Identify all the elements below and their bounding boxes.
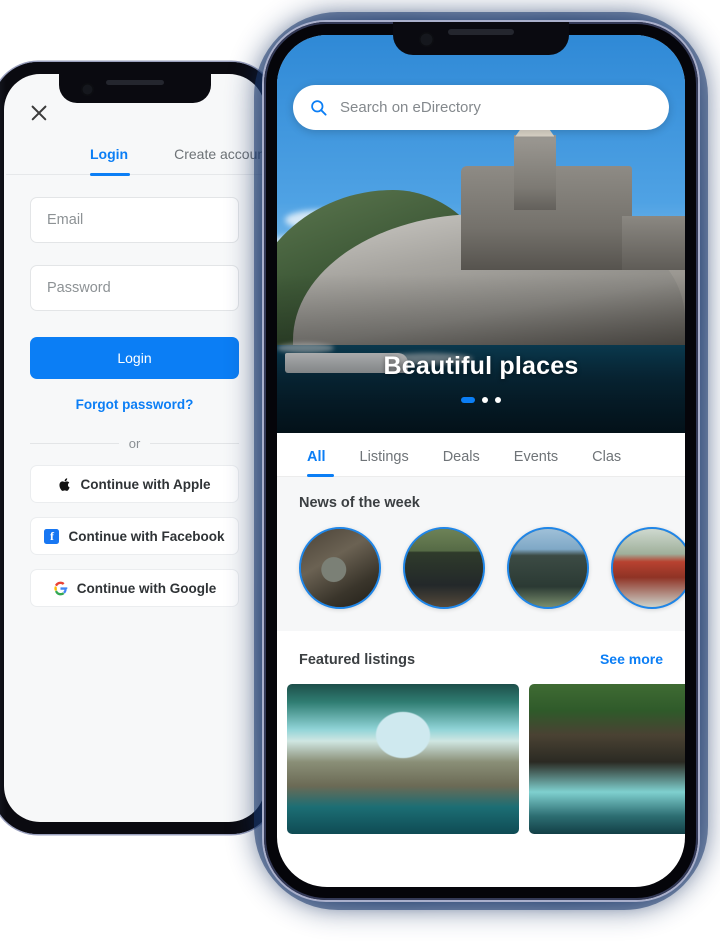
featured-card[interactable] (529, 684, 685, 834)
password-field[interactable]: Password (30, 265, 239, 311)
news-section: News of the week (277, 477, 685, 631)
continue-with-facebook-button[interactable]: f Continue with Facebook (30, 517, 239, 555)
continue-with-google-button[interactable]: Continue with Google (30, 569, 239, 607)
featured-section: Featured listings See more (277, 631, 685, 834)
news-section-title: News of the week (299, 495, 420, 511)
search-input[interactable]: Search on eDirectory (340, 99, 481, 116)
auth-tabs: Login Create account (6, 124, 265, 175)
search-bar[interactable]: Search on eDirectory (293, 85, 669, 130)
featured-card[interactable] (287, 684, 519, 834)
tab-all[interactable]: All (307, 449, 326, 476)
continue-with-apple-label: Continue with Apple (80, 476, 211, 492)
see-more-link[interactable]: See more (600, 651, 663, 667)
tab-login[interactable]: Login (90, 146, 128, 174)
continue-with-apple-button[interactable]: Continue with Apple (30, 465, 239, 503)
search-icon (311, 100, 327, 116)
news-item[interactable] (403, 527, 485, 609)
featured-cards[interactable] (277, 668, 685, 834)
phone-mockup-right: Beautiful places Search on eDirectory Al… (246, 6, 716, 918)
featured-card-image (529, 684, 685, 834)
news-carousel[interactable] (277, 511, 685, 609)
continue-with-facebook-label: Continue with Facebook (68, 528, 225, 544)
phone-left-notch (58, 74, 211, 103)
carousel-dot-3[interactable] (495, 397, 501, 403)
news-item[interactable] (507, 527, 589, 609)
phone-mockup-left: Login Create account Email Password Logi… (0, 62, 277, 834)
featured-card-image (287, 684, 519, 834)
news-item[interactable] (611, 527, 685, 609)
phone-left-screen: Login Create account Email Password Logi… (4, 74, 265, 822)
tab-listings[interactable]: Listings (360, 449, 409, 476)
news-thumbnail (613, 529, 685, 607)
phone-right-notch (393, 22, 569, 55)
earpiece-speaker-icon (105, 80, 164, 85)
phone-right-screen: Beautiful places Search on eDirectory Al… (277, 35, 685, 887)
carousel-dots[interactable] (277, 397, 685, 403)
close-icon[interactable] (28, 102, 50, 124)
bell-tower (513, 134, 557, 211)
login-body: Login Create account Email Password Logi… (4, 74, 265, 607)
news-item[interactable] (299, 527, 381, 609)
featured-header: Featured listings See more (277, 651, 685, 668)
hero-title: Beautiful places (383, 352, 579, 380)
mockup-stage: Login Create account Email Password Logi… (0, 0, 720, 942)
or-divider: or (30, 436, 239, 451)
news-thumbnail (301, 529, 379, 607)
front-camera-icon (419, 32, 434, 47)
apple-icon (58, 477, 70, 491)
google-icon (54, 581, 68, 595)
continue-with-google-label: Continue with Google (76, 580, 217, 596)
earpiece-speaker-icon (448, 29, 514, 35)
phone-right-frame: Beautiful places Search on eDirectory Al… (264, 22, 698, 900)
news-thumbnail (405, 529, 483, 607)
email-field[interactable]: Email (30, 197, 239, 243)
tab-events[interactable]: Events (514, 449, 558, 476)
carousel-dot-1[interactable] (461, 397, 475, 403)
featured-section-title: Featured listings (299, 652, 416, 668)
login-button[interactable]: Login (30, 337, 239, 379)
carousel-dot-2[interactable] (482, 397, 488, 403)
news-thumbnail (509, 529, 587, 607)
tab-deals[interactable]: Deals (443, 449, 480, 476)
forgot-password-link[interactable]: Forgot password? (6, 397, 263, 412)
tab-classifieds[interactable]: Clas (592, 449, 621, 476)
content-tabs: All Listings Deals Events Clas (277, 433, 685, 477)
facebook-icon: f (44, 528, 60, 544)
or-label: or (128, 436, 141, 451)
front-camera-icon (80, 83, 94, 96)
